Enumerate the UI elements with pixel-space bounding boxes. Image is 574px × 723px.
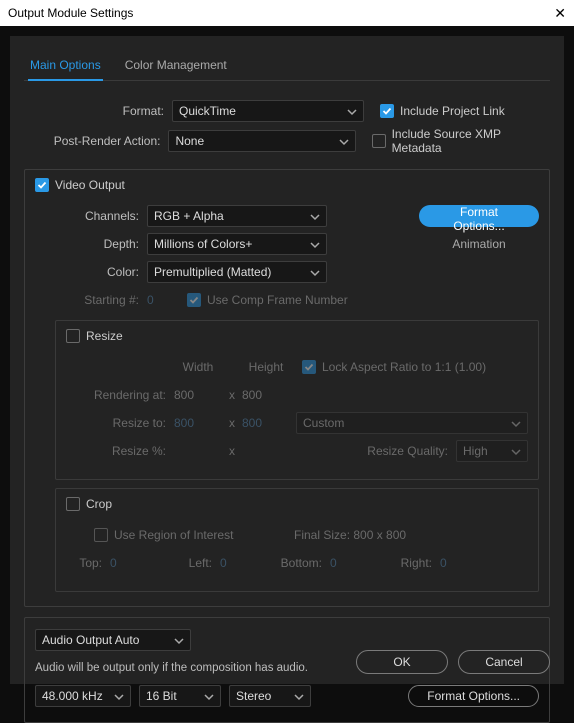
close-icon[interactable]: ✕ [554, 5, 566, 22]
depth-select[interactable]: Millions of Colors+ [147, 233, 327, 255]
audio-channels-select[interactable]: Stereo [229, 685, 311, 707]
resize-to-height: 800 [242, 416, 290, 430]
format-select[interactable]: QuickTime [172, 100, 364, 122]
audio-output-mode-value: Audio Output Auto [42, 633, 139, 647]
format-row: Format: QuickTime Include Project Link [24, 99, 550, 123]
resize-pct-label: Resize %: [66, 444, 174, 458]
crop-group: Crop Use Region of Interest Final Size: … [55, 488, 539, 592]
rendering-at-label: Rendering at: [66, 388, 174, 402]
roi-label: Use Region of Interest [114, 528, 294, 542]
include-xmp-checkbox[interactable] [372, 134, 386, 148]
post-render-select[interactable]: None [168, 130, 356, 152]
include-xmp-label: Include Source XMP Metadata [392, 127, 550, 155]
audio-note: Audio will be output only if the composi… [35, 662, 308, 674]
channels-select[interactable]: RGB + Alpha [147, 205, 327, 227]
video-output-group: Video Output Channels: RGB + Alpha Forma… [24, 169, 550, 607]
format-label: Format: [24, 104, 172, 118]
resize-to-label: Resize to: [66, 416, 174, 430]
resize-label: Resize [86, 329, 123, 343]
depth-label: Depth: [35, 237, 147, 251]
width-header: Width [174, 360, 222, 374]
resize-checkbox[interactable] [66, 329, 80, 343]
resize-preset-select: Custom [296, 412, 528, 434]
resize-group: Resize Width Height Lock Aspect Ratio to… [55, 320, 539, 480]
video-format-options-button[interactable]: Format Options... [419, 205, 539, 227]
video-output-checkbox[interactable] [35, 178, 49, 192]
color-value: Premultiplied (Matted) [154, 265, 271, 279]
post-render-row: Post-Render Action: None Include Source … [24, 127, 550, 155]
title-bar: Output Module Settings ✕ [0, 0, 574, 26]
audio-depth-select[interactable]: 16 Bit [139, 685, 221, 707]
resize-quality-label: Resize Quality: [367, 444, 448, 458]
audio-output-mode-select[interactable]: Audio Output Auto [35, 629, 191, 651]
include-project-link-label: Include Project Link [400, 104, 505, 118]
depth-value: Millions of Colors+ [154, 237, 252, 251]
ok-button[interactable]: OK [356, 650, 448, 674]
channels-label: Channels: [35, 209, 147, 223]
use-comp-frame-label: Use Comp Frame Number [207, 293, 348, 307]
chevron-down-icon [511, 446, 521, 456]
starting-value: 0 [147, 293, 187, 307]
crop-top-value: 0 [110, 556, 148, 570]
chevron-down-icon [174, 635, 184, 645]
chevron-down-icon [204, 691, 214, 701]
color-select[interactable]: Premultiplied (Matted) [147, 261, 327, 283]
channels-value: RGB + Alpha [154, 209, 224, 223]
lock-aspect-label: Lock Aspect Ratio to 1:1 (1.00) [322, 360, 486, 374]
crop-left-value: 0 [220, 556, 258, 570]
chevron-down-icon [310, 267, 320, 277]
resize-preset-value: Custom [303, 416, 344, 430]
color-label: Color: [35, 265, 147, 279]
chevron-down-icon [294, 691, 304, 701]
crop-checkbox[interactable] [66, 497, 80, 511]
chevron-down-icon [347, 106, 357, 116]
roi-checkbox [94, 528, 108, 542]
post-render-label: Post-Render Action: [24, 134, 168, 148]
use-comp-frame-checkbox [187, 293, 201, 307]
crop-bottom-label: Bottom: [258, 556, 330, 570]
tab-bar: Main Options Color Management [24, 52, 550, 81]
video-output-label: Video Output [55, 178, 125, 192]
crop-bottom-value: 0 [330, 556, 368, 570]
resize-quality-select: High [456, 440, 528, 462]
chevron-down-icon [511, 418, 521, 428]
rendering-height: 800 [242, 388, 290, 402]
chevron-down-icon [310, 239, 320, 249]
tab-main-options[interactable]: Main Options [28, 52, 103, 80]
x-label: x [222, 416, 242, 430]
crop-top-label: Top: [66, 556, 110, 570]
include-project-link-checkbox[interactable] [380, 104, 394, 118]
cancel-button[interactable]: Cancel [458, 650, 550, 674]
audio-depth-value: 16 Bit [146, 689, 177, 703]
window-title: Output Module Settings [8, 6, 133, 20]
audio-rate-select[interactable]: 48.000 kHz [35, 685, 131, 707]
starting-label: Starting #: [35, 293, 147, 307]
dialog-footer: OK Cancel [356, 650, 550, 674]
chevron-down-icon [339, 136, 349, 146]
crop-right-label: Right: [368, 556, 440, 570]
tab-color-management[interactable]: Color Management [123, 52, 229, 80]
chevron-down-icon [114, 691, 124, 701]
resize-quality-value: High [463, 444, 488, 458]
audio-channels-value: Stereo [236, 689, 271, 703]
chevron-down-icon [310, 211, 320, 221]
format-value: QuickTime [179, 104, 236, 118]
audio-format-options-button[interactable]: Format Options... [408, 685, 539, 707]
height-header: Height [242, 360, 290, 374]
x-label: x [222, 444, 242, 458]
crop-left-label: Left: [148, 556, 220, 570]
rendering-width: 800 [174, 388, 222, 402]
dialog-content: Main Options Color Management Format: Qu… [10, 36, 564, 684]
audio-rate-value: 48.000 kHz [42, 689, 103, 703]
crop-label: Crop [86, 497, 112, 511]
crop-right-value: 0 [440, 556, 447, 570]
final-size-label: Final Size: 800 x 800 [294, 528, 406, 542]
codec-label: Animation [419, 237, 539, 251]
lock-aspect-checkbox [302, 360, 316, 374]
post-render-value: None [175, 134, 204, 148]
x-label: x [222, 388, 242, 402]
resize-to-width: 800 [174, 416, 222, 430]
